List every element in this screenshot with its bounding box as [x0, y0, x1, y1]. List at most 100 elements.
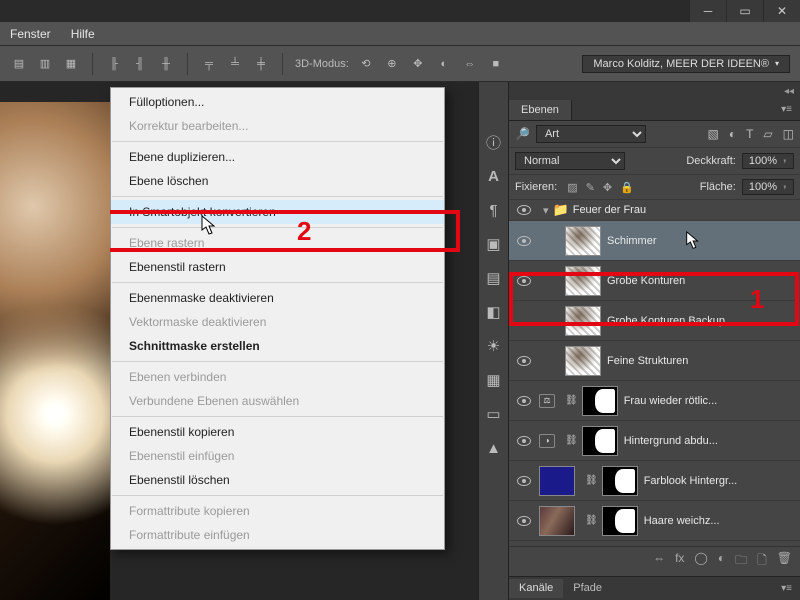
new-layer-button[interactable]: 🗋	[757, 551, 767, 572]
lock-transparent-icon[interactable]: ▨	[567, 181, 577, 194]
window-close-button[interactable]: ✕	[764, 0, 800, 22]
link-icon: ⛓	[585, 475, 598, 486]
ctx-clear-style[interactable]: Ebenenstil löschen	[111, 468, 444, 492]
layer-row[interactable]: Feine Strukturen	[509, 341, 800, 381]
layer-thumbnail[interactable]	[565, 346, 601, 376]
lock-pixels-icon[interactable]: ✎	[586, 181, 595, 194]
layer-name[interactable]: Frau wieder rötlic...	[624, 395, 718, 407]
paragraph-panel-icon[interactable]: ¶	[484, 200, 504, 220]
filter-adjust-icon[interactable]: ◐	[729, 127, 736, 141]
distribute-icon-6[interactable]: ╪	[252, 55, 270, 73]
panel-tab-layers[interactable]: Ebenen	[509, 100, 572, 120]
align-icon-2[interactable]: ▥	[36, 55, 54, 73]
visibility-toggle-icon[interactable]	[517, 476, 531, 486]
menu-help[interactable]: Hilfe	[71, 27, 95, 41]
mode3d-icon-2[interactable]: ⊕	[383, 55, 401, 73]
ctx-disable-layer-mask[interactable]: Ebenenmaske deaktivieren	[111, 286, 444, 310]
paths-tab[interactable]: Pfade	[563, 579, 612, 598]
opacity-value[interactable]: 100%	[742, 153, 794, 169]
visibility-toggle-icon[interactable]	[517, 205, 531, 215]
visibility-toggle-icon[interactable]	[517, 436, 531, 446]
layer-name[interactable]: Haare weichz...	[644, 515, 720, 527]
filter-type-icon[interactable]: T	[746, 127, 753, 141]
annotation-box-2	[95, 210, 460, 252]
menu-window[interactable]: Fenster	[10, 27, 51, 41]
layer-mask-thumbnail[interactable]	[582, 426, 618, 456]
layer-mask-thumbnail[interactable]	[602, 466, 638, 496]
layer-name[interactable]: Schimmer	[607, 235, 657, 247]
annotation-label-1: 1	[750, 284, 764, 315]
ctx-copy-style[interactable]: Ebenenstil kopieren	[111, 420, 444, 444]
visibility-toggle-icon[interactable]	[517, 356, 531, 366]
ctx-rasterize-style[interactable]: Ebenenstil rastern	[111, 255, 444, 279]
layer-filter-type[interactable]: Art	[536, 125, 646, 143]
layer-row[interactable]: ⛓ Haare weichz...	[509, 501, 800, 541]
align-icon-3[interactable]: ▦	[62, 55, 80, 73]
layer-thumbnail[interactable]	[565, 226, 601, 256]
layer-row[interactable]: ◑ ⛓ Hintergrund abdu...	[509, 421, 800, 461]
filter-pixel-icon[interactable]: ▧	[707, 127, 718, 141]
character-panel-icon[interactable]: A	[484, 166, 504, 186]
layer-name[interactable]: Farblook Hintergr...	[644, 475, 738, 487]
swatches-panel-icon[interactable]: ◧	[484, 302, 504, 322]
layer-context-menu: Fülloptionen... Korrektur bearbeiten... …	[110, 87, 445, 550]
layer-panel-footer: ⇔ fx ◯ ◐ 🗀 🗋 🗑	[509, 546, 800, 576]
layer-effects-button[interactable]: fx	[675, 551, 684, 572]
blend-mode-select[interactable]: Normal	[515, 152, 625, 170]
distribute-icon-2[interactable]: ╢	[131, 55, 149, 73]
visibility-toggle-icon[interactable]	[517, 516, 531, 526]
mode3d-icon-5[interactable]: ⇔	[461, 55, 479, 73]
layer-thumbnail[interactable]	[539, 466, 575, 496]
link-layers-button[interactable]: ⇔	[653, 551, 665, 572]
bottom-panel-menu[interactable]: ▾≡	[773, 579, 800, 598]
layer-thumbnail[interactable]	[539, 506, 575, 536]
mode3d-icon-3[interactable]: ✥	[409, 55, 427, 73]
window-minimize-button[interactable]: ─	[690, 0, 726, 22]
color-panel-icon[interactable]: ☀	[484, 336, 504, 356]
branding-badge[interactable]: Marco Kolditz, MEER DER IDEEN®▾	[582, 55, 790, 73]
channels-tab[interactable]: Kanäle	[509, 579, 563, 598]
layer-group-header[interactable]: ▾ 📁 Feuer der Frau	[509, 200, 800, 221]
lock-position-icon[interactable]: ✥	[603, 181, 612, 194]
ctx-create-clipping-mask[interactable]: Schnittmaske erstellen	[111, 334, 444, 358]
adjustments-panel-icon[interactable]: ▣	[484, 234, 504, 254]
layer-row-schimmer[interactable]: Schimmer	[509, 221, 800, 261]
canvas[interactable]: Fülloptionen... Korrektur bearbeiten... …	[0, 82, 478, 600]
histogram-panel-icon[interactable]: ▲	[484, 438, 504, 458]
window-maximize-button[interactable]: ▭	[727, 0, 763, 22]
distribute-icon-3[interactable]: ╫	[157, 55, 175, 73]
filter-shape-icon[interactable]: ▱	[763, 127, 772, 141]
visibility-toggle-icon[interactable]	[517, 236, 531, 246]
info-panel-icon[interactable]: ⓘ	[484, 132, 504, 152]
mode3d-icon-1[interactable]: ⟲	[357, 55, 375, 73]
layer-name[interactable]: Feine Strukturen	[607, 355, 688, 367]
panel-menu-button[interactable]: ▾≡	[773, 100, 800, 120]
opacity-label: Deckkraft:	[686, 155, 736, 167]
layer-mask-thumbnail[interactable]	[602, 506, 638, 536]
filter-smart-icon[interactable]: ◫	[783, 127, 794, 141]
fill-value[interactable]: 100%	[742, 179, 794, 195]
adjustment-layer-button[interactable]: ◐	[718, 551, 725, 572]
grid-panel-icon[interactable]: ▦	[484, 370, 504, 390]
panel-collapse-toggle[interactable]: ◂◂	[509, 82, 800, 100]
layer-mask-button[interactable]: ◯	[694, 551, 707, 572]
distribute-icon-5[interactable]: ╧	[226, 55, 244, 73]
ctx-duplicate-layer[interactable]: Ebene duplizieren...	[111, 145, 444, 169]
distribute-icon-4[interactable]: ╤	[200, 55, 218, 73]
layer-row[interactable]: ⚖ ⛓ Frau wieder rötlic...	[509, 381, 800, 421]
distribute-icon[interactable]: ╟	[105, 55, 123, 73]
ctx-delete-layer[interactable]: Ebene löschen	[111, 169, 444, 193]
layer-name[interactable]: Hintergrund abdu...	[624, 435, 718, 447]
layer-row[interactable]: ⛓ Farblook Hintergr...	[509, 461, 800, 501]
delete-layer-button[interactable]: 🗑	[777, 551, 792, 572]
mode3d-icon-6[interactable]: ■	[487, 55, 505, 73]
align-icon[interactable]: ▤	[10, 55, 28, 73]
visibility-toggle-icon[interactable]	[517, 396, 531, 406]
layer-mask-thumbnail[interactable]	[582, 386, 618, 416]
lock-all-icon[interactable]: 🔒	[620, 181, 634, 194]
ctx-fill-options[interactable]: Fülloptionen...	[111, 90, 444, 114]
new-group-button[interactable]: 🗀	[735, 551, 747, 572]
mode3d-icon-4[interactable]: ◐	[435, 55, 453, 73]
navigator-panel-icon[interactable]: ▭	[484, 404, 504, 424]
styles-panel-icon[interactable]: ▤	[484, 268, 504, 288]
